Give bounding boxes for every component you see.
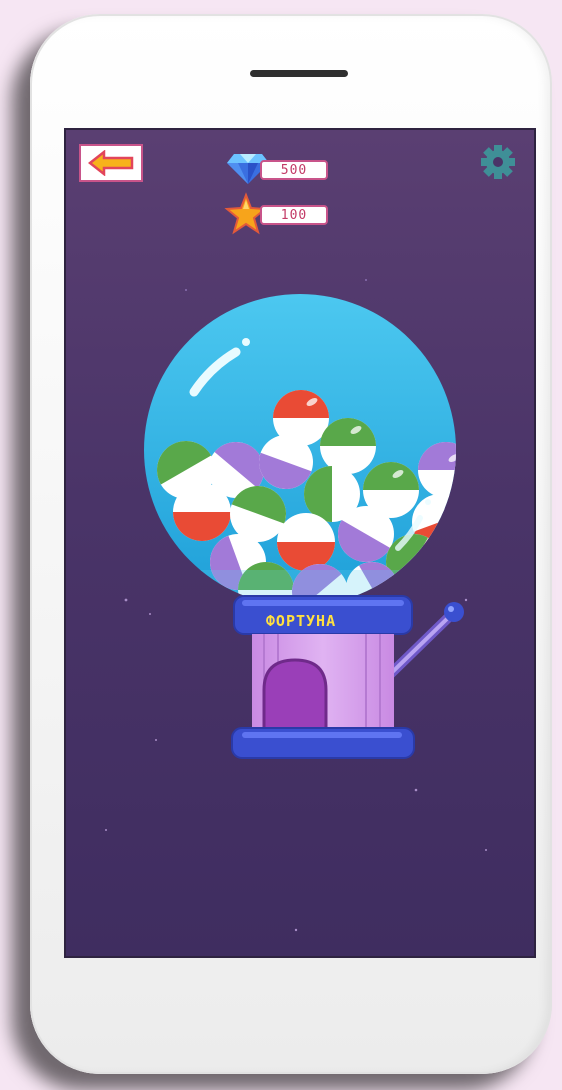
phone-frame: 500 100 ФОРТУНА xyxy=(30,14,552,1074)
capsule xyxy=(412,494,456,550)
capsule-dispenser[interactable] xyxy=(262,668,328,734)
capsule xyxy=(418,442,456,498)
phone-speaker xyxy=(250,70,348,77)
capsule xyxy=(320,418,376,474)
crank-handle[interactable] xyxy=(366,602,446,692)
game-screen: 500 100 ФОРТУНА xyxy=(64,128,536,958)
capsule xyxy=(173,483,231,541)
capsule xyxy=(277,513,335,571)
globe xyxy=(144,294,456,606)
machine-label: ФОРТУНА xyxy=(265,612,337,630)
gumball-machine xyxy=(144,294,464,759)
